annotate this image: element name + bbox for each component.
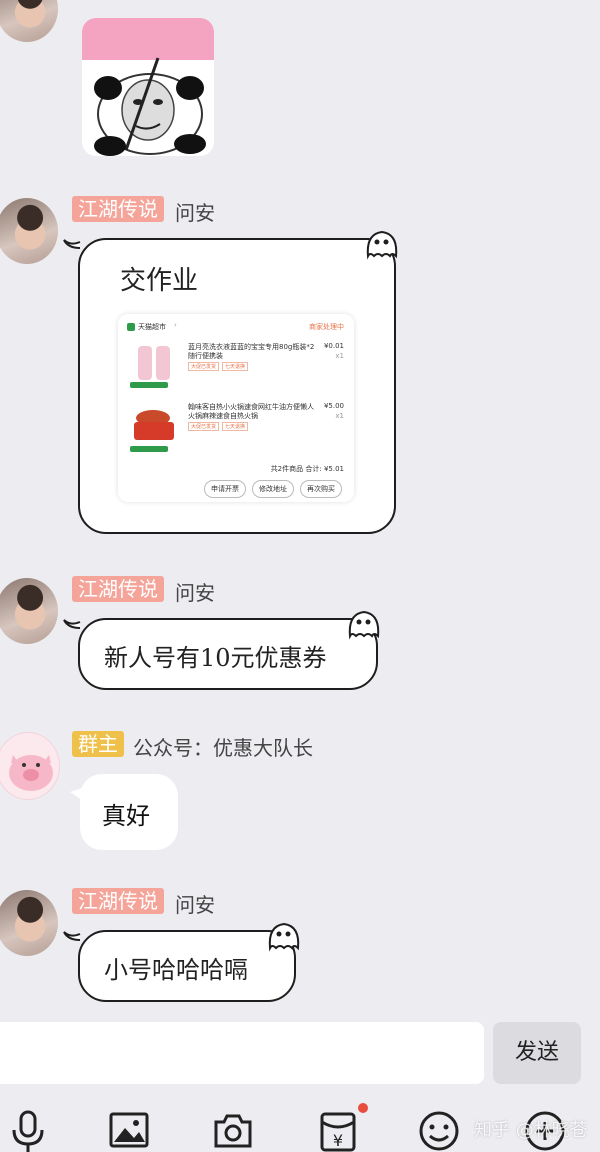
product-tag: 七天退换 — [222, 362, 249, 371]
chevron-right-icon: › — [174, 321, 177, 329]
order-status: 商家处理中 — [309, 323, 344, 331]
order-total: 共2件商品 合计: ¥5.01 — [270, 465, 344, 473]
send-button-label: 发送 — [514, 1040, 559, 1065]
product-image[interactable] — [130, 342, 180, 388]
avatar[interactable] — [0, 198, 58, 264]
microphone-icon[interactable] — [8, 1108, 48, 1152]
image-icon[interactable] — [108, 1110, 150, 1150]
message-text: 交作业 — [120, 266, 199, 296]
sticker-image[interactable] — [82, 18, 214, 156]
send-button[interactable]: 发送 — [493, 1022, 581, 1084]
bubble-tail-icon — [63, 931, 81, 941]
avatar[interactable] — [0, 0, 58, 42]
bubble-tail-icon — [63, 619, 81, 629]
sender-name[interactable]: 问安 — [175, 577, 215, 606]
avatar[interactable] — [0, 578, 58, 644]
avatar[interactable] — [0, 732, 60, 800]
message-bubble[interactable]: 交作业 天猫超市 › 商家处理中 蓝月亮洗衣液蓝蓝的宝宝专用80g瓶装*2 随行… — [78, 238, 396, 534]
apply-invoice-button[interactable]: 申请开票 — [204, 480, 246, 498]
message-input[interactable] — [0, 1022, 484, 1084]
camera-icon[interactable] — [212, 1110, 254, 1150]
product-image[interactable] — [130, 402, 180, 452]
store-name[interactable]: 天猫超市 — [138, 322, 166, 332]
watermark: 知乎 @林晓苍 — [474, 1120, 588, 1141]
modify-address-button[interactable]: 修改地址 — [252, 480, 294, 498]
message-bubble[interactable]: 小号哈哈哈嗝 — [78, 930, 296, 1002]
notification-dot — [358, 1103, 368, 1113]
ghost-icon — [268, 922, 300, 952]
product-tag: 大促已发货 — [188, 362, 220, 371]
product-title-line2: 火锅麻辣速食自热火锅 — [188, 412, 258, 420]
product-tag: 七天退换 — [222, 422, 249, 431]
sender-name[interactable]: 问安 — [175, 889, 215, 918]
member-title-badge: 江湖传说 — [72, 196, 164, 222]
ghost-icon — [348, 610, 380, 640]
message-bubble[interactable]: 真好 — [80, 774, 178, 850]
product-qty: x1 — [335, 352, 344, 360]
sender-name[interactable]: 公众号：优惠大队长 — [133, 732, 313, 761]
bubble-tail-icon — [63, 239, 81, 249]
product-price: ¥5.00 — [323, 402, 344, 410]
product-tag: 大促已发货 — [188, 422, 220, 431]
svg-text:¥: ¥ — [333, 1131, 343, 1150]
member-title-badge: 江湖传说 — [72, 576, 164, 602]
message-text: 小号哈哈哈嗝 — [104, 956, 248, 984]
sender-name[interactable]: 问安 — [175, 197, 215, 226]
message-bubble[interactable]: 新人号有10元优惠券 — [78, 618, 378, 690]
product-price: ¥0.01 — [323, 342, 344, 350]
group-owner-badge: 群主 — [72, 731, 124, 757]
product-qty: x1 — [335, 412, 344, 420]
member-title-badge: 江湖传说 — [72, 888, 164, 914]
order-card[interactable]: 天猫超市 › 商家处理中 蓝月亮洗衣液蓝蓝的宝宝专用80g瓶装*2 随行便携装 … — [118, 314, 354, 502]
bubble-tail-icon — [70, 788, 82, 800]
ghost-icon — [366, 230, 398, 260]
message-text: 新人号有10元优惠券 — [104, 644, 327, 672]
emoji-icon[interactable] — [418, 1110, 460, 1152]
product-title-line2: 随行便携装 — [188, 352, 223, 360]
message-text: 真好 — [102, 802, 150, 830]
buy-again-button[interactable]: 再次购买 — [300, 480, 342, 498]
store-icon — [127, 323, 135, 331]
avatar[interactable] — [0, 890, 58, 956]
red-packet-icon[interactable]: ¥ — [318, 1108, 358, 1152]
